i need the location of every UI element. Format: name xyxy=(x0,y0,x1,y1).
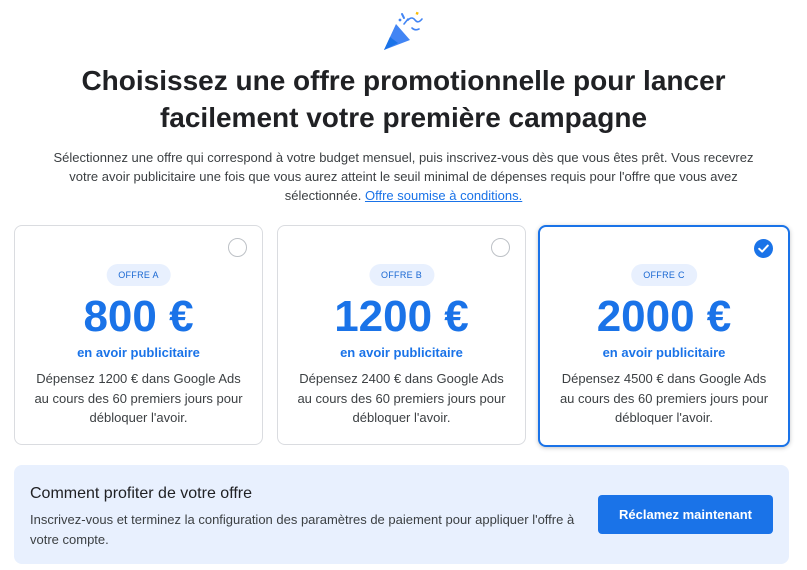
claim-now-button[interactable]: Réclamez maintenant xyxy=(598,495,773,534)
offer-card-a[interactable]: OFFRE A 800 € en avoir publicitaire Dépe… xyxy=(14,225,263,445)
offer-c-amount: 2000 € xyxy=(596,292,732,341)
offer-b-amount: 1200 € xyxy=(334,292,469,341)
offer-c-badge: OFFRE C xyxy=(631,264,697,286)
page-title: Choisissez une offre promotionnelle pour… xyxy=(0,62,807,136)
check-icon xyxy=(758,244,769,253)
offer-a-description: Dépensez 1200 € dans Google Ads au cours… xyxy=(34,371,243,425)
terms-link[interactable]: Offre soumise à conditions. xyxy=(365,188,522,203)
party-popper-icon xyxy=(384,11,423,50)
offer-a-amount: 800 € xyxy=(83,292,194,341)
offer-card-c[interactable]: OFFRE C 2000 € en avoir publicitaire Dép… xyxy=(538,225,790,447)
howto-panel: Comment profiter de votre offre Inscrive… xyxy=(14,465,789,564)
offer-b-credit-label: en avoir publicitaire xyxy=(340,345,463,360)
offer-a-credit-label: en avoir publicitaire xyxy=(77,345,200,360)
page-title-line-1: Choisissez une offre promotionnelle pour… xyxy=(81,65,726,96)
offer-c-description: Dépensez 4500 € dans Google Ads au cours… xyxy=(559,371,769,425)
offer-a-badge: OFFRE A xyxy=(106,264,171,286)
offer-c-credit-label: en avoir publicitaire xyxy=(602,345,726,360)
offer-b-badge: OFFRE B xyxy=(368,264,435,286)
page-subtitle: Sélectionnez une offre qui correspond à … xyxy=(50,148,757,205)
page-title-line-2: facilement votre première campagne xyxy=(159,102,648,133)
offer-b-radio[interactable] xyxy=(491,238,510,257)
howto-text: Inscrivez-vous et terminez la configurat… xyxy=(30,512,575,547)
offer-a-radio[interactable] xyxy=(228,238,247,257)
offer-b-description: Dépensez 2400 € dans Google Ads au cours… xyxy=(297,371,506,425)
howto-title: Comment profiter de votre offre xyxy=(30,485,253,502)
offer-c-radio[interactable] xyxy=(754,239,773,258)
offer-card-b[interactable]: OFFRE B 1200 € en avoir publicitaire Dép… xyxy=(277,225,526,445)
